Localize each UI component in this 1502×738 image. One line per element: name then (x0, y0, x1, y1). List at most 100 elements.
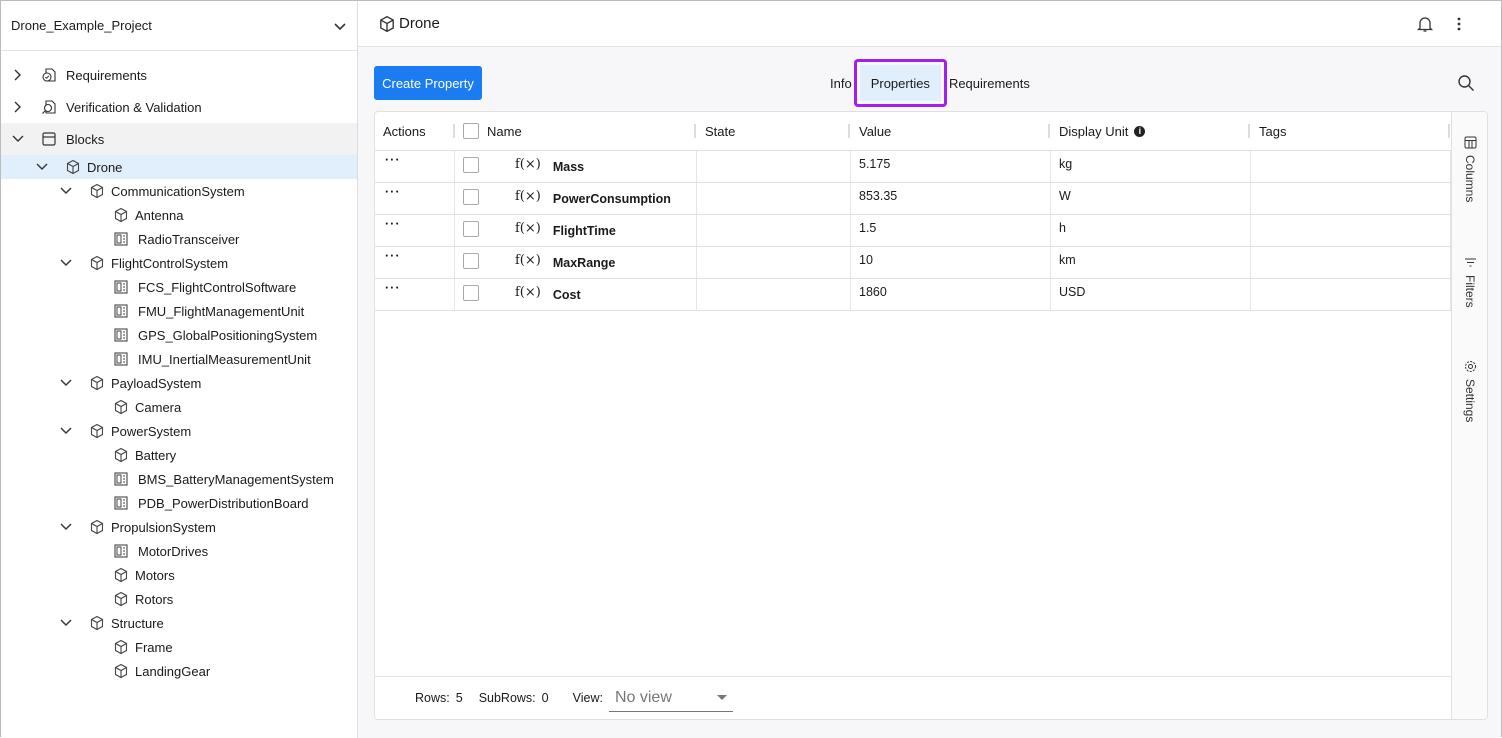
table-row[interactable]: ··· f(×) MaxRange 10 km (375, 247, 1452, 279)
filters-panel-button[interactable]: Filters (1452, 256, 1487, 308)
bell-icon[interactable] (1416, 15, 1434, 33)
create-property-button[interactable]: Create Property (374, 66, 482, 100)
more-vertical-icon[interactable] (1455, 15, 1463, 33)
settings-panel-button[interactable]: Settings (1452, 360, 1487, 422)
row-checkbox[interactable] (463, 221, 479, 237)
chevron-right-icon[interactable] (11, 68, 25, 82)
function-icon: f(×) (515, 253, 541, 268)
value-cell[interactable]: 10 (851, 247, 1051, 278)
tree-item-blocks[interactable]: Blocks (1, 123, 357, 155)
chevron-down-icon[interactable] (59, 424, 73, 438)
unit-cell[interactable]: h (1051, 215, 1251, 246)
tab-properties[interactable]: Properties (853, 59, 947, 107)
value-cell[interactable]: 853.35 (851, 183, 1051, 214)
tree-item-motordrives[interactable]: MotorDrives (1, 539, 357, 563)
column-header-tags[interactable]: Tags (1251, 112, 1286, 150)
table-row[interactable]: ··· f(×) FlightTime 1.5 h (375, 215, 1452, 247)
state-cell[interactable] (697, 279, 851, 310)
column-header-actions[interactable]: Actions (375, 112, 426, 150)
tree-item-imu-inertialmeasurementunit[interactable]: IMU_InertialMeasurementUnit (1, 347, 357, 371)
search-icon[interactable] (1457, 74, 1475, 92)
tree-item-verification-validation[interactable]: Verification & Validation (1, 91, 357, 123)
select-all-checkbox[interactable] (463, 123, 479, 139)
value-cell[interactable]: 1860 (851, 279, 1051, 310)
tree-item-powersystem[interactable]: PowerSystem (1, 419, 357, 443)
column-header-name[interactable]: Name (479, 112, 522, 150)
state-cell[interactable] (697, 151, 851, 182)
unit-cell[interactable]: km (1051, 247, 1251, 278)
name-cell: f(×) PowerConsumption (455, 183, 697, 214)
tree-item-requirements[interactable]: Requirements (1, 59, 357, 91)
tree-item-fcs-flightcontrolsoftware[interactable]: FCS_FlightControlSoftware (1, 275, 357, 299)
tab-info[interactable]: Info (828, 76, 854, 91)
tree-item-battery[interactable]: Battery (1, 443, 357, 467)
row-checkbox[interactable] (463, 157, 479, 173)
tree-item-label: RadioTransceiver (138, 231, 240, 247)
columns-panel-button[interactable]: Columns (1452, 136, 1487, 202)
tags-cell[interactable] (1251, 247, 1451, 278)
tree-item-drone[interactable]: Drone (1, 155, 357, 179)
tree-item-label: FMU_FlightManagementUnit (138, 303, 305, 319)
chevron-down-icon[interactable] (59, 616, 73, 630)
chevron-down-icon[interactable] (59, 520, 73, 534)
chevron-down-icon[interactable] (11, 132, 25, 146)
row-actions-button[interactable]: ··· (375, 183, 455, 214)
row-checkbox[interactable] (463, 189, 479, 205)
info-icon[interactable]: i (1134, 125, 1146, 137)
table-row[interactable]: ··· f(×) Cost 1860 USD (375, 279, 1452, 311)
chevron-down-icon[interactable] (35, 160, 49, 174)
row-checkbox[interactable] (463, 285, 479, 301)
tree-item-flightcontrolsystem[interactable]: FlightControlSystem (1, 251, 357, 275)
unit-cell[interactable]: USD (1051, 279, 1251, 310)
chevron-down-icon[interactable] (59, 256, 73, 270)
tree-item-payloadsystem[interactable]: PayloadSystem (1, 371, 357, 395)
row-actions-button[interactable]: ··· (375, 215, 455, 246)
tags-cell[interactable] (1251, 183, 1451, 214)
tree-item-gps-globalpositioningsystem[interactable]: GPS_GlobalPositioningSystem (1, 323, 357, 347)
tree-item-landinggear[interactable]: LandingGear (1, 659, 357, 683)
row-actions-button[interactable]: ··· (375, 279, 455, 310)
column-header-state[interactable]: State (697, 112, 735, 150)
tree-item-radiotransceiver[interactable]: RadioTransceiver (1, 227, 357, 251)
tree-item-bms-batterymanagementsystem[interactable]: BMS_BatteryManagementSystem (1, 467, 357, 491)
chevron-right-icon[interactable] (11, 100, 25, 114)
tree-item-pdb-powerdistributionboard[interactable]: PDB_PowerDistributionBoard (1, 491, 357, 515)
state-cell[interactable] (697, 215, 851, 246)
property-name[interactable]: MaxRange (553, 256, 616, 270)
tree-item-fmu-flightmanagementunit[interactable]: FMU_FlightManagementUnit (1, 299, 357, 323)
tree-item-motors[interactable]: Motors (1, 563, 357, 587)
project-selector[interactable]: Drone_Example_Project (1, 1, 357, 51)
row-actions-button[interactable]: ··· (375, 151, 455, 182)
table-row[interactable]: ··· f(×) PowerConsumption 853.35 W (375, 183, 1452, 215)
tab-requirements[interactable]: Requirements (947, 76, 1032, 91)
tree-item-communicationsystem[interactable]: CommunicationSystem (1, 179, 357, 203)
tags-cell[interactable] (1251, 215, 1451, 246)
property-name[interactable]: PowerConsumption (553, 192, 671, 206)
tree-item-camera[interactable]: Camera (1, 395, 357, 419)
property-name[interactable]: Cost (553, 288, 581, 302)
table-row[interactable]: ··· f(×) Mass 5.175 kg (375, 151, 1452, 183)
view-select[interactable]: No view (608, 684, 733, 712)
unit-cell[interactable]: kg (1051, 151, 1251, 182)
state-cell[interactable] (697, 183, 851, 214)
tree-item-structure[interactable]: Structure (1, 611, 357, 635)
row-checkbox[interactable] (463, 253, 479, 269)
cube-icon (114, 639, 128, 655)
tags-cell[interactable] (1251, 279, 1451, 310)
tree-item-propulsionsystem[interactable]: PropulsionSystem (1, 515, 357, 539)
unit-cell[interactable]: W (1051, 183, 1251, 214)
chevron-down-icon[interactable] (59, 184, 73, 198)
chevron-down-icon[interactable] (59, 376, 73, 390)
column-header-display-unit[interactable]: Display Unit i (1051, 112, 1146, 150)
value-cell[interactable]: 1.5 (851, 215, 1051, 246)
tags-cell[interactable] (1251, 151, 1451, 182)
property-name[interactable]: FlightTime (553, 224, 616, 238)
tree-item-rotors[interactable]: Rotors (1, 587, 357, 611)
column-header-value[interactable]: Value (851, 112, 891, 150)
state-cell[interactable] (697, 247, 851, 278)
row-actions-button[interactable]: ··· (375, 247, 455, 278)
tree-item-frame[interactable]: Frame (1, 635, 357, 659)
tree-item-antenna[interactable]: Antenna (1, 203, 357, 227)
value-cell[interactable]: 5.175 (851, 151, 1051, 182)
property-name[interactable]: Mass (553, 160, 584, 174)
